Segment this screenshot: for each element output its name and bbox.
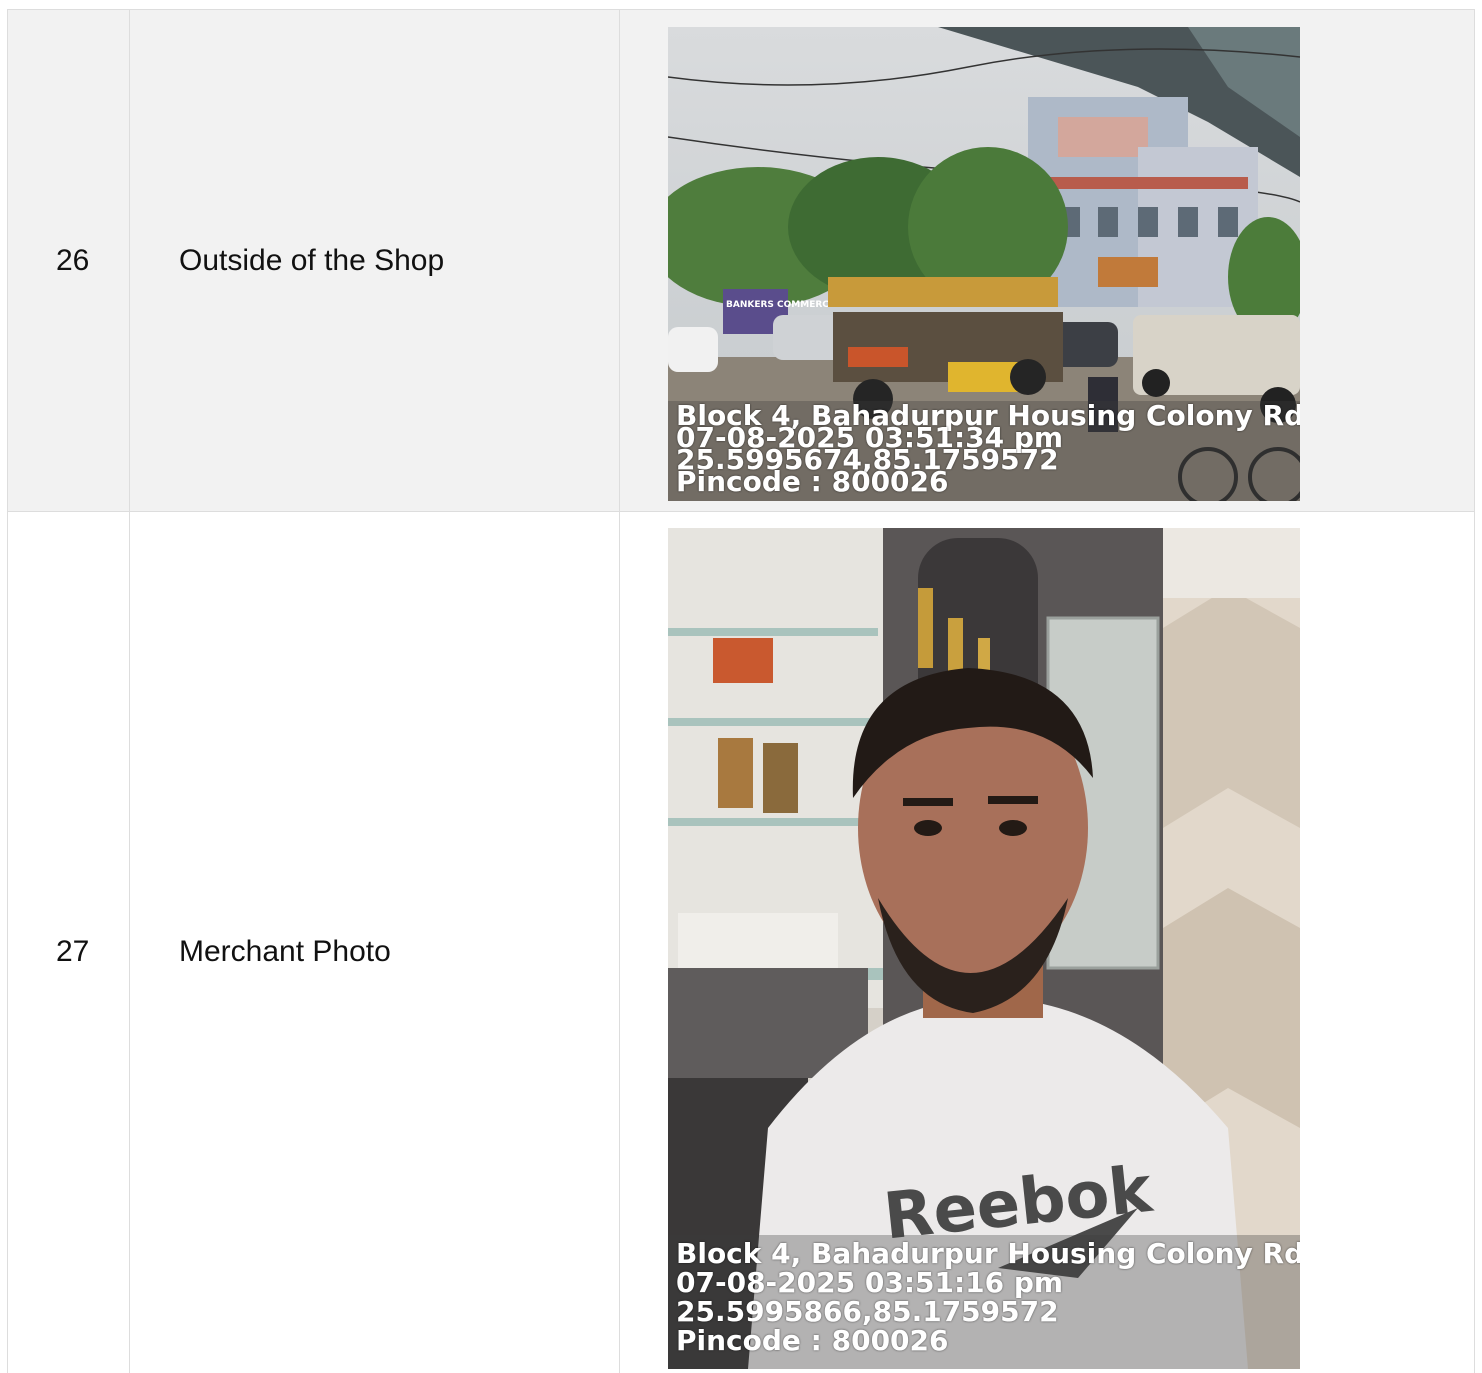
banner-text: BANKERS COMMERCE	[726, 300, 835, 310]
report-page: 26 Outside of the Shop BANKERS COMMERCE …	[0, 0, 1482, 1373]
shop-outside-photo[interactable]: BANKERS COMMERCE Block 4, Bahadurpur Hou…	[668, 27, 1300, 501]
table-row: 26 Outside of the Shop BANKERS COMMERCE …	[7, 9, 1475, 512]
row-label: Outside of the Shop	[129, 9, 620, 512]
row-label: Merchant Photo	[129, 511, 620, 1373]
geo-stamp: Block 4, Bahadurpur Housing Colony Rd, .…	[668, 401, 1300, 501]
row-number: 27	[7, 511, 130, 1373]
photo-evidence-table: 26 Outside of the Shop BANKERS COMMERCE …	[7, 9, 1475, 1373]
geo-stamp: Block 4, Bahadurpur Housing Colony Rd, .…	[668, 1235, 1300, 1369]
merchant-photo[interactable]: Reebok Block 4, Bahadurpur Housing Colon…	[668, 528, 1300, 1369]
table-row: 27 Merchant Photo Reebok Block 4, Bahadu…	[7, 511, 1475, 1373]
photo-cell: BANKERS COMMERCE Block 4, Bahadurpur Hou…	[619, 9, 1475, 512]
stamp-pincode: Pincode : 800026	[676, 1324, 949, 1357]
row-number: 26	[7, 9, 130, 512]
photo-cell: Reebok Block 4, Bahadurpur Housing Colon…	[619, 511, 1475, 1373]
